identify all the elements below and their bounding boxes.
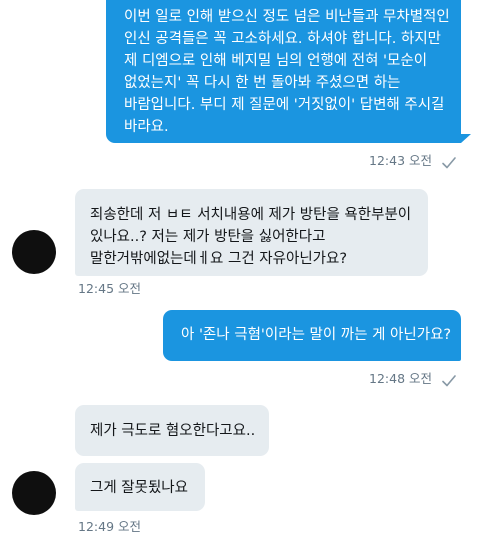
message-timestamp: 12:43 오전 (369, 153, 432, 168)
message-bubble-outgoing[interactable]: 이번 일로 인해 받으신 정도 넘은 비난들과 무차별적인 인신 공격들은 꼭 … (106, 0, 461, 143)
avatar[interactable] (12, 230, 56, 274)
message-bubble-outgoing[interactable]: 아 '존나 극혐'이라는 말이 까는 게 아닌가요? (163, 310, 461, 361)
message-bubble-incoming[interactable]: 죄송한데 저 ㅂㅌ 서치내용에 제가 방탄을 욕한부분이 있나요..? 저는 제… (75, 189, 428, 276)
message-bubble-incoming[interactable]: 그게 잘못됬나요 (75, 463, 205, 511)
read-check-icon (442, 375, 456, 387)
bubble-tail (461, 134, 471, 143)
message-timestamp: 12:48 오전 (369, 371, 432, 386)
read-check-icon (442, 157, 456, 169)
message-bubble-incoming[interactable]: 제가 극도로 혐오한다고요.. (75, 405, 269, 456)
avatar[interactable] (12, 471, 56, 515)
message-timestamp: 12:45 오전 (78, 281, 141, 296)
message-timestamp: 12:49 오전 (78, 519, 141, 534)
